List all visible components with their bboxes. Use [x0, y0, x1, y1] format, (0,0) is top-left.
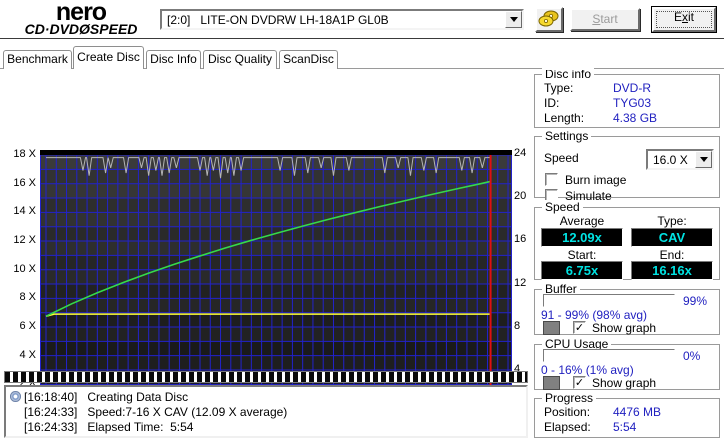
- disc-length-value: 4.38 GB: [613, 111, 658, 125]
- buffer-trace-color-swatch: [543, 321, 560, 335]
- progress-legend: Progress: [542, 391, 597, 405]
- tab-disc-quality[interactable]: Disc Quality: [203, 50, 277, 69]
- cpu-range: 0 - 16% (1% avg): [541, 363, 634, 377]
- disc-type-value: DVD-R: [613, 81, 651, 95]
- exit-button[interactable]: Exit: [652, 7, 716, 32]
- disc-options-button[interactable]: [535, 7, 563, 32]
- end-speed-display: 16.16x: [631, 261, 713, 280]
- left-axis-tick: 4 X: [19, 348, 36, 361]
- end-speed-label: End:: [659, 248, 685, 262]
- header-bar: nero CD·DVDØSPEED [2:0] LITE-ON DVDRW LH…: [0, 0, 724, 38]
- discs-icon: [538, 10, 559, 27]
- buffer-percent: 99%: [683, 294, 708, 308]
- tab-disc-info[interactable]: Disc Info: [146, 50, 201, 69]
- cpu-usage-meter: [543, 349, 675, 362]
- speed-legend: Speed: [542, 200, 583, 214]
- log-entry: [16:18:40] Creating Data Disc: [10, 389, 522, 404]
- disc-length-label: Length:: [544, 111, 585, 125]
- speed-setting-label: Speed: [544, 151, 579, 165]
- left-axis-tick: 14 X: [13, 205, 36, 218]
- buffer-group: Buffer 99% 91 - 99% (98% avg) ✓ Show gra…: [534, 282, 720, 335]
- right-axis-tick: 16: [514, 233, 527, 246]
- tab-scandisc[interactable]: ScanDisc: [279, 50, 338, 69]
- drive-select-dropdown[interactable]: [2:0] LITE-ON DVDRW LH-18A1P GL0B: [160, 9, 524, 30]
- start-speed-label: Start:: [567, 248, 597, 262]
- logo-cddvdspeed-text: CD·DVDØSPEED: [24, 21, 138, 37]
- average-speed-display: 12.09x: [541, 228, 623, 247]
- disc-id-value: TYG03: [613, 96, 652, 110]
- settings-group: Settings Speed 16.0 X Burn image Simulat…: [534, 129, 720, 203]
- disc-info-group: Disc info Type: DVD-R ID: TYG03 Length: …: [534, 67, 720, 128]
- start-button[interactable]: Start: [570, 8, 640, 31]
- progress-group: Progress Position: 4476 MB Elapsed: 5:54: [534, 391, 720, 438]
- header-separator: [0, 38, 724, 40]
- disc-icon: [10, 391, 21, 402]
- average-label: Average: [559, 214, 605, 228]
- drive-select-value: [2:0] LITE-ON DVDRW LH-18A1P GL0B: [167, 13, 389, 27]
- buffer-show-graph-label: Show graph: [592, 321, 657, 335]
- left-axis-tick: 10 X: [13, 262, 36, 275]
- position-value: 4476 MB: [613, 405, 662, 419]
- left-axis-tick: 18 X: [13, 148, 36, 161]
- logo-nero-text: nero: [55, 0, 107, 26]
- buffer-level-meter: [543, 294, 675, 307]
- buffer-range: 91 - 99% (98% avg): [541, 308, 648, 322]
- cpu-percent: 0%: [683, 349, 701, 363]
- position-label: Position:: [544, 405, 591, 419]
- settings-legend: Settings: [542, 129, 592, 143]
- log-message: Creating Data Disc: [87, 389, 189, 404]
- log-message: Elapsed Time: 5:54: [87, 419, 194, 434]
- tab-benchmark[interactable]: Benchmark: [3, 50, 72, 69]
- speed-select-value: 16.0 X: [653, 153, 688, 167]
- right-axis-tick: 12: [514, 276, 527, 289]
- start-speed-display: 6.75x: [541, 261, 623, 280]
- disc-type-label: Type:: [544, 81, 574, 95]
- chevron-down-icon[interactable]: [695, 151, 712, 168]
- log-timestamp: [16:24:33]: [24, 419, 88, 434]
- type-label: Type:: [657, 214, 687, 228]
- log-timestamp: [16:24:33]: [24, 404, 88, 419]
- cpu-usage-group: CPU Usage 0% 0 - 16% (1% avg) ✓ Show gra…: [534, 337, 720, 390]
- chevron-down-icon[interactable]: [505, 11, 522, 28]
- log-timestamp: [16:18:40]: [24, 389, 88, 404]
- speed-group: Speed Average Type: 12.09x CAV Start: En…: [534, 200, 720, 280]
- speed-type-display: CAV: [631, 228, 713, 247]
- log-entry: [16:24:33] Speed:7-16 X CAV (12.09 X ave…: [10, 404, 522, 419]
- buffer-show-graph-checkbox[interactable]: ✓: [573, 321, 586, 334]
- left-axis-tick: 6 X: [19, 320, 36, 333]
- cpu-show-graph-checkbox[interactable]: ✓: [573, 376, 586, 389]
- right-axis-tick: 24: [514, 147, 527, 160]
- cpu-show-graph-label: Show graph: [592, 376, 657, 390]
- left-axis-tick: 8 X: [19, 291, 36, 304]
- log-message: Speed:7-16 X CAV (12.09 X average): [87, 404, 288, 419]
- log-entry: [16:24:33] Elapsed Time: 5:54: [10, 419, 522, 434]
- write-speed-chart: 2 X4 X6 X8 X 10 X 12 X 14 X 16 X 18 X 4 8 12 16 20…: [0, 70, 530, 431]
- left-axis-tick: 16 X: [13, 176, 36, 189]
- elapsed-value: 5:54: [613, 420, 637, 434]
- elapsed-label: Elapsed:: [544, 420, 591, 434]
- nero-cd-dvd-speed-window: nero CD·DVDØSPEED [2:0] LITE-ON DVDRW LH…: [0, 0, 724, 441]
- burn-image-checkbox[interactable]: [545, 173, 558, 186]
- status-log-box[interactable]: [16:18:40] Creating Data Disc [16:24:33] …: [4, 385, 528, 438]
- focus-rectangle: [656, 11, 712, 28]
- nero-logo: nero CD·DVDØSPEED: [6, 0, 156, 37]
- burn-image-label: Burn image: [565, 173, 627, 187]
- disc-id-label: ID:: [544, 96, 560, 110]
- test-progress-bar: [4, 371, 528, 383]
- right-axis-tick: 8: [514, 319, 521, 332]
- speed-select-dropdown[interactable]: 16.0 X: [646, 149, 714, 170]
- cpu-trace-color-swatch: [543, 376, 560, 390]
- right-axis-tick: 20: [514, 190, 527, 203]
- left-axis-tick: 12 X: [13, 234, 36, 247]
- tab-create-disc[interactable]: Create Disc: [73, 46, 144, 71]
